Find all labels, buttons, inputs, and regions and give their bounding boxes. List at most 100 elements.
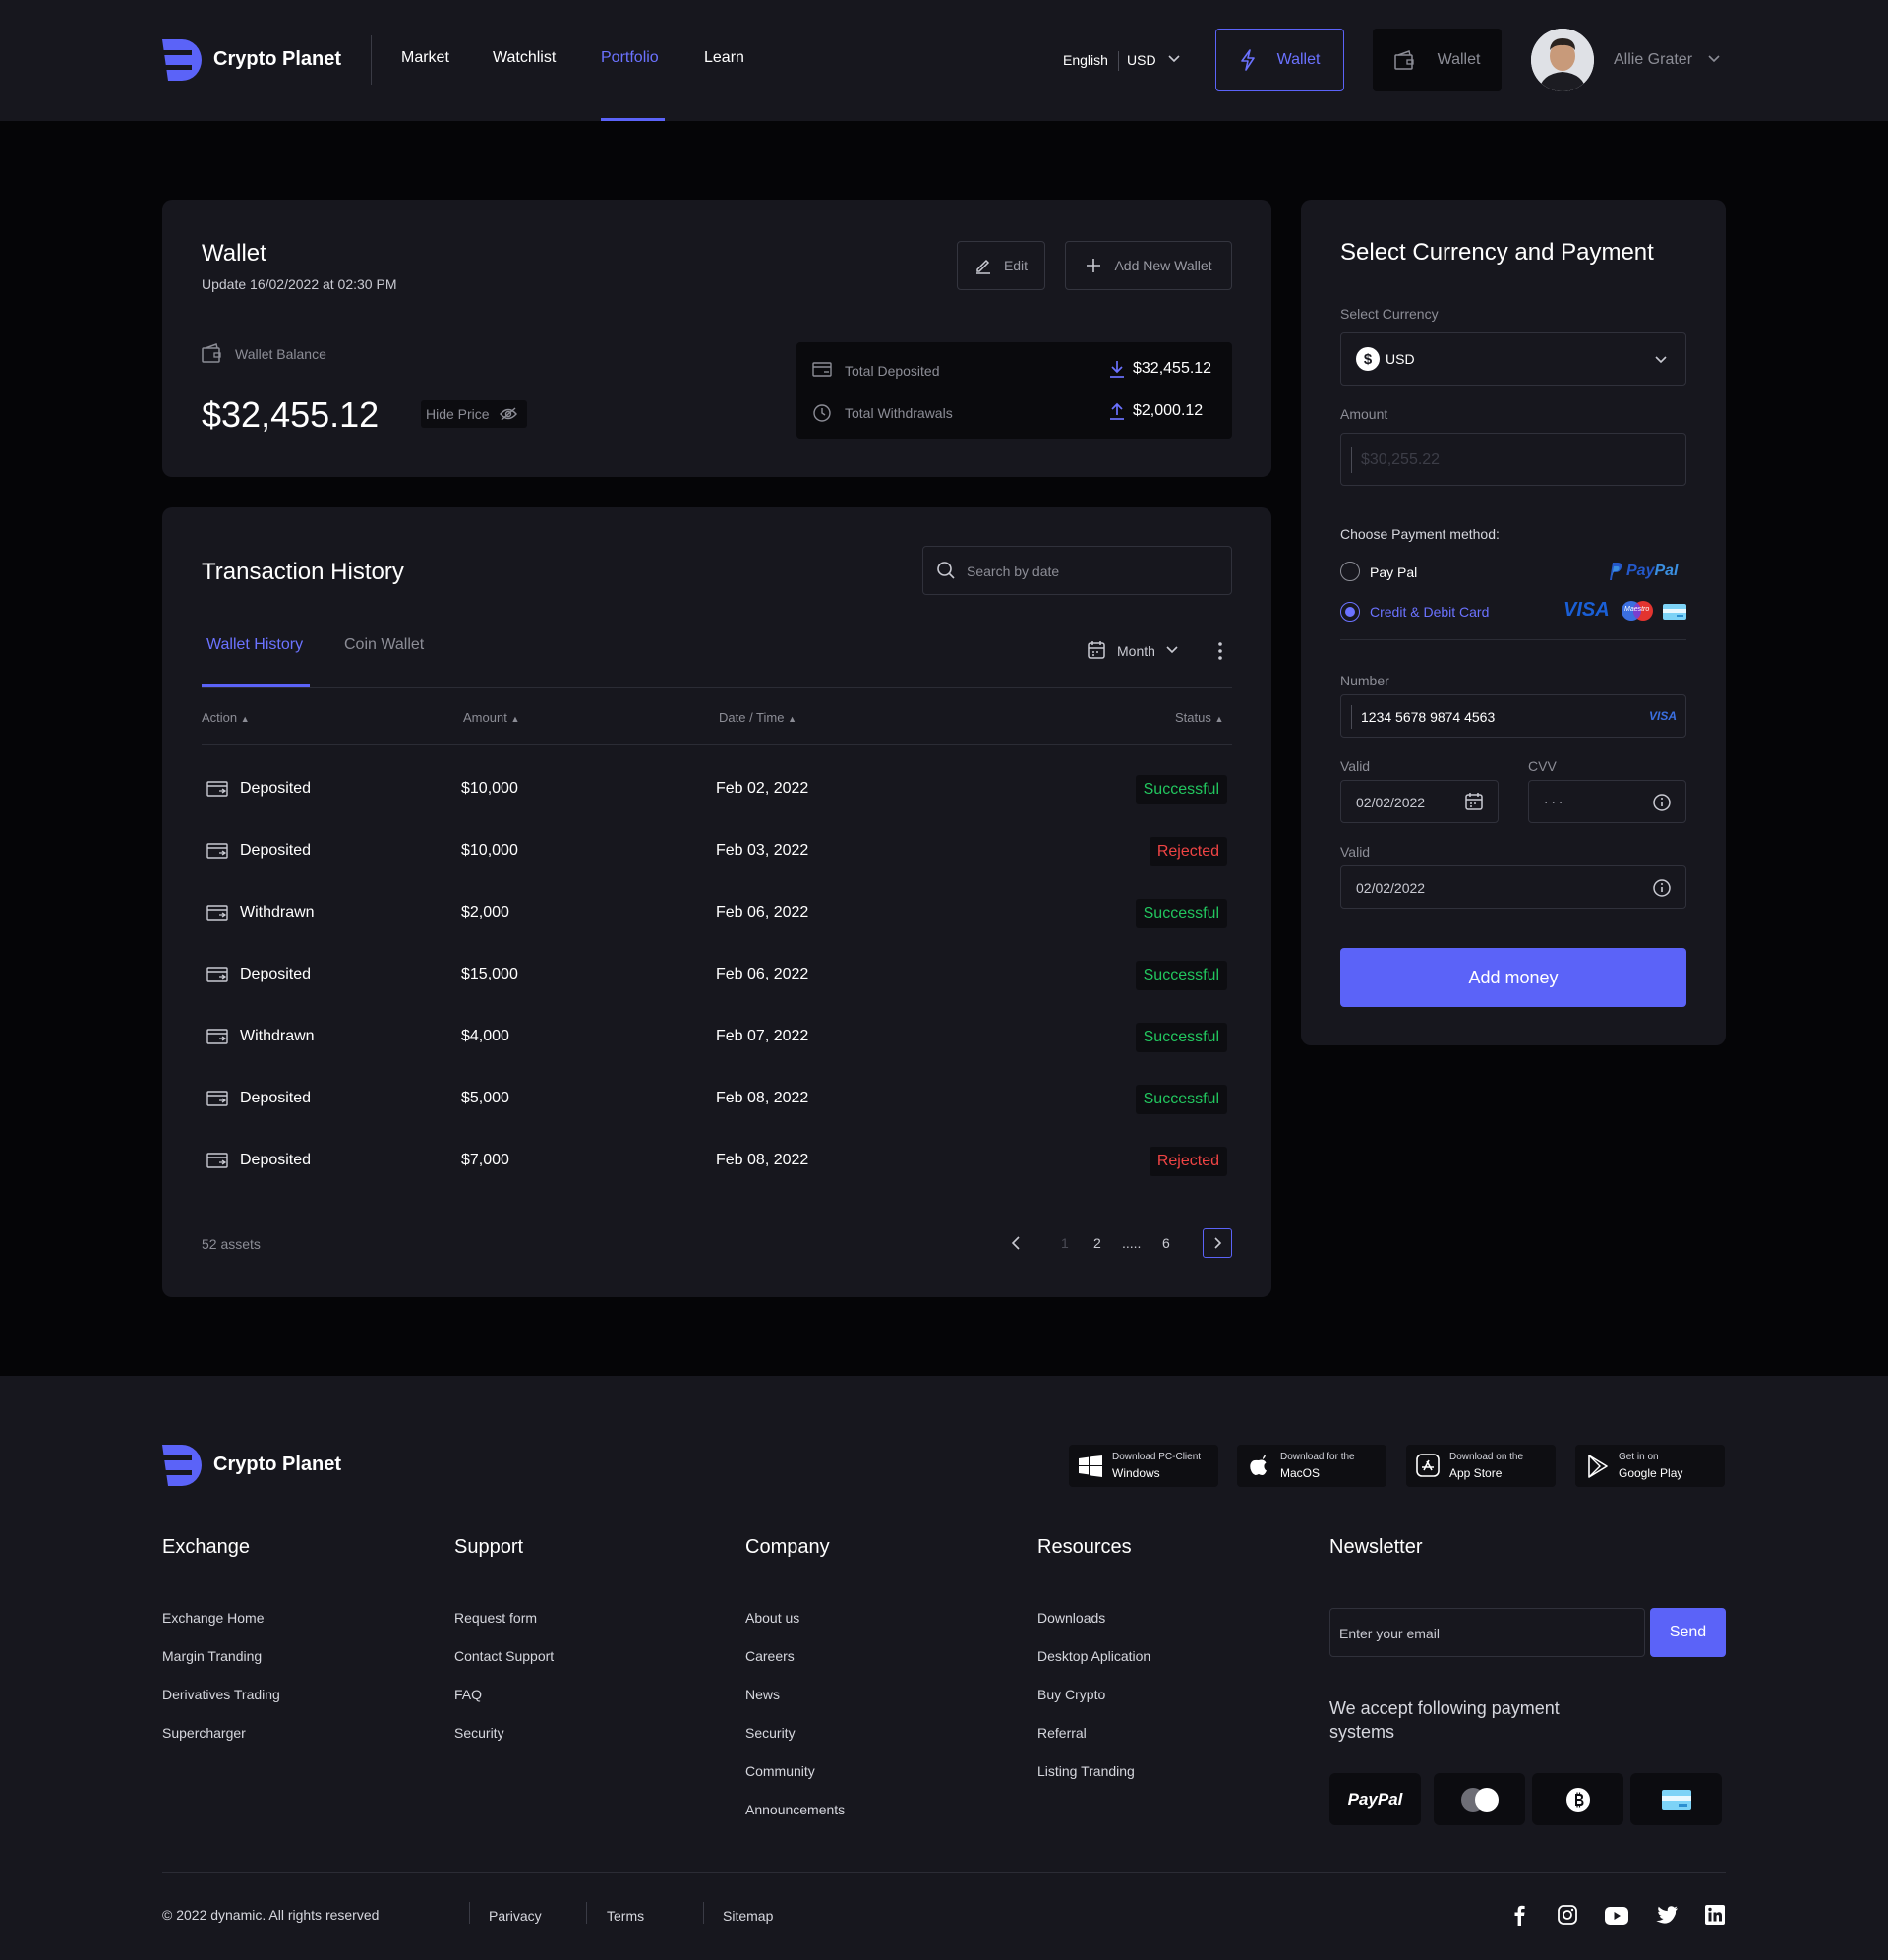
- footer-link[interactable]: Security: [454, 1725, 504, 1741]
- radio-paypal[interactable]: [1340, 562, 1360, 581]
- footer-link[interactable]: Supercharger: [162, 1725, 246, 1741]
- period-select[interactable]: Month: [1117, 643, 1155, 659]
- logo-text[interactable]: Crypto Planet: [213, 48, 341, 71]
- nav-market[interactable]: Market: [401, 49, 449, 67]
- footer-link[interactable]: Request form: [454, 1610, 537, 1626]
- chevron-left-icon[interactable]: [1011, 1236, 1021, 1250]
- newsletter-send-button[interactable]: Send: [1650, 1608, 1726, 1657]
- add-money-button[interactable]: Add money: [1340, 948, 1686, 1007]
- calendar-icon[interactable]: [1087, 640, 1106, 660]
- nav-active-indicator: [601, 118, 665, 121]
- download-macos-button[interactable]: Download for the MacOS: [1237, 1445, 1386, 1487]
- user-name[interactable]: Allie Grater: [1614, 51, 1692, 69]
- logo-icon[interactable]: [162, 39, 202, 81]
- calendar-icon[interactable]: [1464, 792, 1484, 811]
- chevron-down-icon[interactable]: [1166, 646, 1178, 654]
- valid-date-value: 02/02/2022: [1356, 795, 1426, 810]
- search-by-date-input[interactable]: Search by date: [922, 546, 1232, 595]
- bolt-icon: [1240, 49, 1256, 71]
- tab-coin-wallet[interactable]: Coin Wallet: [344, 636, 424, 654]
- wallet-button-primary[interactable]: Wallet: [1215, 29, 1344, 91]
- footer-link[interactable]: Community: [745, 1763, 815, 1779]
- method-card-label[interactable]: Credit & Debit Card: [1370, 604, 1489, 620]
- column-header-action[interactable]: Action ▲: [202, 710, 250, 725]
- footer-link[interactable]: Exchange Home: [162, 1610, 265, 1626]
- transaction-amount: $10,000: [461, 780, 518, 797]
- terms-link[interactable]: Terms: [607, 1908, 644, 1924]
- download-windows-button[interactable]: Download PC-Client Windows: [1069, 1445, 1218, 1487]
- hide-price-toggle[interactable]: Hide Price: [421, 400, 527, 428]
- google-play-button[interactable]: Get in on Google Play: [1575, 1445, 1725, 1487]
- currency-select[interactable]: $ USD: [1340, 332, 1686, 386]
- footer-link[interactable]: About us: [745, 1610, 799, 1626]
- wallet-button-secondary[interactable]: Wallet: [1373, 29, 1502, 91]
- edit-button[interactable]: Edit: [957, 241, 1045, 290]
- transaction-amount: $7,000: [461, 1152, 509, 1168]
- more-vertical-icon[interactable]: [1217, 641, 1223, 661]
- footer-link[interactable]: Careers: [745, 1648, 795, 1664]
- top-header: Crypto Planet Market Watchlist Portfolio…: [0, 0, 1888, 121]
- page-ellipsis: .....: [1122, 1235, 1142, 1251]
- amount-input[interactable]: $30,255.22: [1340, 433, 1686, 486]
- status-badge: Rejected: [1149, 837, 1227, 866]
- status-badge: Successful: [1135, 1023, 1227, 1052]
- footer-link[interactable]: Security: [745, 1725, 796, 1741]
- youtube-icon[interactable]: [1605, 1907, 1628, 1925]
- page-2[interactable]: 2: [1093, 1235, 1101, 1251]
- app-store-button[interactable]: Download on the App Store: [1406, 1445, 1556, 1487]
- transaction-amount: $10,000: [461, 842, 518, 859]
- footer-link[interactable]: Derivatives Trading: [162, 1687, 280, 1702]
- facebook-icon[interactable]: [1509, 1904, 1529, 1926]
- footer-link[interactable]: Announcements: [745, 1802, 845, 1817]
- footer-link[interactable]: Margin Tranding: [162, 1648, 262, 1664]
- transaction-card-icon: [206, 1153, 228, 1170]
- nav-portfolio[interactable]: Portfolio: [601, 49, 659, 67]
- status-badge: Successful: [1135, 899, 1227, 928]
- info-icon[interactable]: [1652, 793, 1672, 812]
- column-header-amount[interactable]: Amount ▲: [463, 710, 519, 725]
- page-1[interactable]: 1: [1061, 1235, 1069, 1251]
- avatar[interactable]: [1531, 29, 1594, 91]
- info-icon[interactable]: [1652, 878, 1672, 898]
- add-new-wallet-button[interactable]: Add New Wallet: [1065, 241, 1232, 290]
- footer-link[interactable]: Referral: [1037, 1725, 1087, 1741]
- nav-watchlist[interactable]: Watchlist: [493, 49, 556, 67]
- transaction-card-icon: [206, 967, 228, 984]
- column-header-status[interactable]: Status ▲: [1175, 710, 1223, 725]
- radio-card[interactable]: [1340, 602, 1360, 622]
- currency-select[interactable]: USD: [1127, 52, 1156, 68]
- footer-divider: [162, 1872, 1726, 1873]
- newsletter-email-input[interactable]: Enter your email: [1329, 1608, 1645, 1657]
- amount-label: Amount: [1340, 406, 1388, 422]
- sitemap-link[interactable]: Sitemap: [723, 1908, 773, 1924]
- footer-link[interactable]: Listing Tranding: [1037, 1763, 1135, 1779]
- card-number-input[interactable]: 1234 5678 9874 4563 VISA: [1340, 694, 1686, 738]
- column-header-date[interactable]: Date / Time ▲: [719, 710, 796, 725]
- valid-date-input-2[interactable]: 02/02/2022: [1340, 865, 1686, 909]
- privacy-link[interactable]: Parivacy: [489, 1908, 542, 1924]
- method-paypal-label[interactable]: Pay Pal: [1370, 564, 1417, 580]
- footer-link[interactable]: Buy Crypto: [1037, 1687, 1105, 1702]
- linkedin-icon[interactable]: [1705, 1905, 1725, 1925]
- footer-logo-text[interactable]: Crypto Planet: [213, 1454, 341, 1476]
- footer-link[interactable]: FAQ: [454, 1687, 482, 1702]
- instagram-icon[interactable]: [1558, 1905, 1577, 1925]
- chevron-down-icon[interactable]: [1708, 55, 1720, 63]
- footer-link[interactable]: Desktop Aplication: [1037, 1648, 1150, 1664]
- valid-date-input[interactable]: 02/02/2022: [1340, 780, 1499, 823]
- twitter-icon[interactable]: [1656, 1906, 1678, 1924]
- download-icon: [1108, 359, 1126, 379]
- footer-logo-icon[interactable]: [162, 1445, 202, 1486]
- footer-link[interactable]: News: [745, 1687, 780, 1702]
- page-6[interactable]: 6: [1162, 1235, 1170, 1251]
- tab-wallet-history[interactable]: Wallet History: [206, 636, 303, 654]
- google-play-icon: [1587, 1455, 1609, 1478]
- language-select[interactable]: English: [1063, 52, 1108, 68]
- cvv-input[interactable]: ...: [1528, 780, 1686, 823]
- chevron-down-icon[interactable]: [1168, 55, 1180, 63]
- nav-learn[interactable]: Learn: [704, 49, 744, 67]
- transaction-action: Withdrawn: [240, 1028, 315, 1044]
- footer-link[interactable]: Downloads: [1037, 1610, 1105, 1626]
- footer-link[interactable]: Contact Support: [454, 1648, 554, 1664]
- next-page-button[interactable]: [1203, 1228, 1232, 1258]
